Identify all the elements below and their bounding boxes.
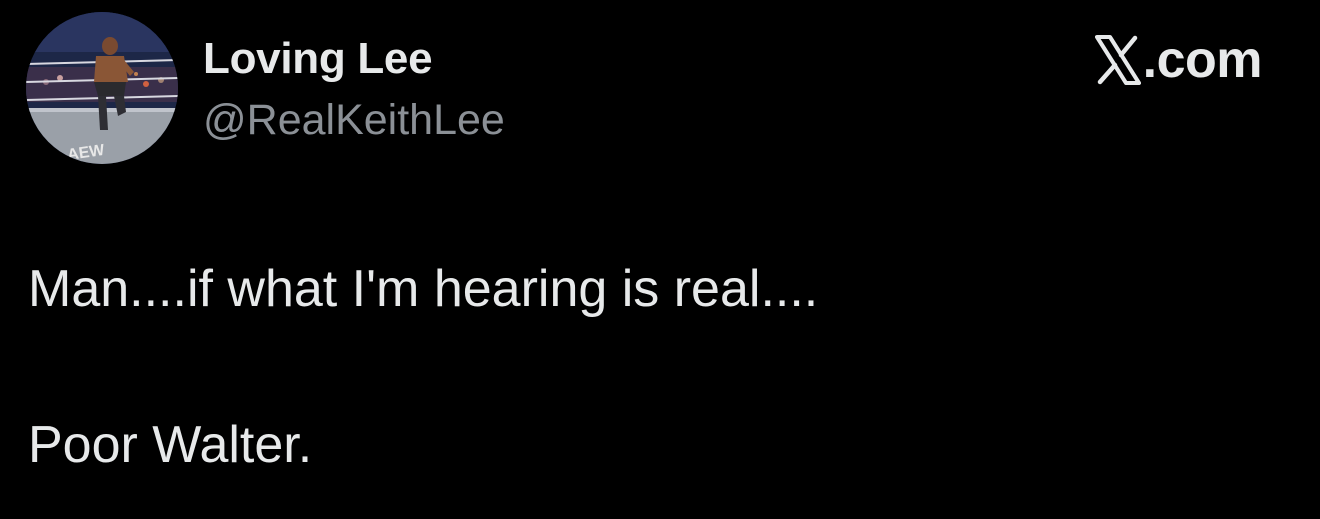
brand-domain: .com xyxy=(1142,31,1263,89)
tweet-line: Man....if what I'm hearing is real.... xyxy=(28,260,819,318)
tweet-text: Man....if what I'm hearing is real.... P… xyxy=(28,250,818,484)
display-name[interactable]: Loving Lee xyxy=(203,34,433,84)
tweet-line-gap xyxy=(28,328,818,406)
avatar-image: AEW xyxy=(26,12,178,164)
avatar[interactable]: AEW xyxy=(26,12,178,164)
brand-logo: .com xyxy=(1094,30,1263,90)
tweet-line: Poor Walter. xyxy=(28,416,313,474)
x-logo-icon xyxy=(1094,35,1141,85)
tweet-card: AEW Loving Lee @RealKeithLee .com Man...… xyxy=(0,0,1320,519)
handle[interactable]: @RealKeithLee xyxy=(203,96,505,145)
